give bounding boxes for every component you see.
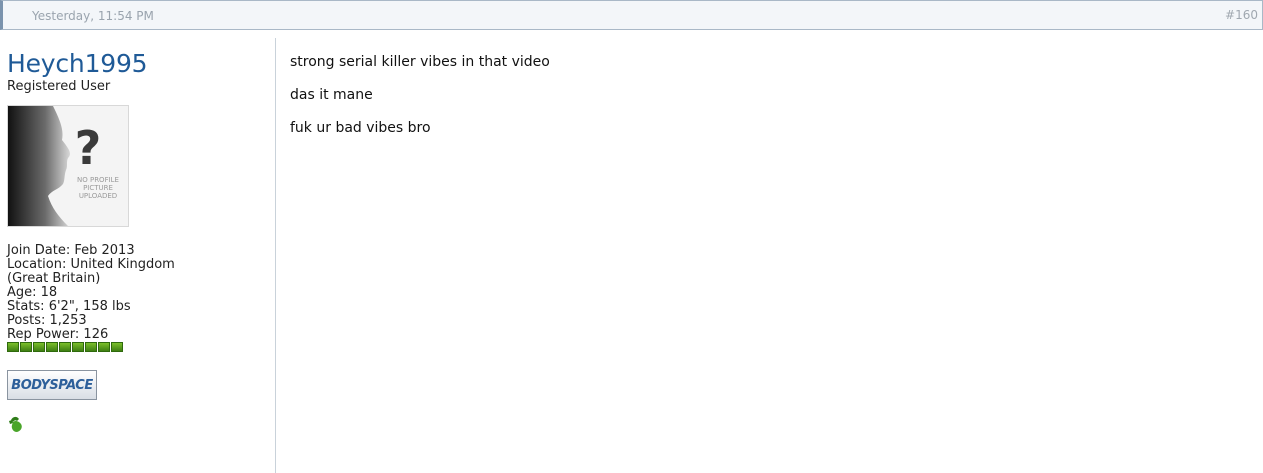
reputation-pip bbox=[72, 342, 84, 352]
message-line: fuk ur bad vibes bro bbox=[290, 120, 431, 136]
svg-text:?: ? bbox=[75, 121, 102, 175]
body-stats: Stats: 6'2", 158 lbs bbox=[7, 299, 131, 314]
post-date: Yesterday, 11:54 PM bbox=[32, 9, 154, 23]
age: Age: 18 bbox=[7, 285, 58, 300]
location-line-2: (Great Britain) bbox=[7, 271, 101, 286]
post-number-link[interactable]: #160 bbox=[1225, 8, 1258, 22]
avatar-caption: NO PROFILE PICTURE UPLOADED bbox=[77, 176, 119, 200]
user-info-panel: Heych1995 Registered User ? NO PROFILE P… bbox=[0, 38, 276, 473]
bodyspace-label: BODYSPACE bbox=[11, 377, 93, 393]
bodyspace-button[interactable]: BODYSPACE bbox=[7, 370, 97, 400]
reputation-pip bbox=[33, 342, 45, 352]
message-line: das it mane bbox=[290, 87, 373, 103]
reputation-pip bbox=[20, 342, 32, 352]
reputation-pip bbox=[111, 342, 123, 352]
no-profile-picture-icon: ? bbox=[8, 106, 102, 226]
reputation-pip bbox=[59, 342, 71, 352]
reputation-bar bbox=[7, 342, 275, 352]
message-line: strong serial killer vibes in that video bbox=[290, 54, 550, 70]
reputation-pip bbox=[7, 342, 19, 352]
rep-power: Rep Power: 126 bbox=[7, 327, 109, 342]
post-message: strong serial killer vibes in that video… bbox=[290, 54, 550, 153]
reputation-pip bbox=[85, 342, 97, 352]
flexed-arm-icon[interactable] bbox=[7, 414, 27, 434]
location-line-1: Location: United Kingdom bbox=[7, 257, 175, 272]
reputation-pip bbox=[46, 342, 58, 352]
user-stats: Join Date: Feb 2013 Location: United Kin… bbox=[7, 244, 275, 352]
post-header: Yesterday, 11:54 PM #160 bbox=[0, 0, 1263, 30]
username-link[interactable]: Heych1995 bbox=[7, 50, 275, 78]
post-count: Posts: 1,253 bbox=[7, 313, 87, 328]
join-date: Join Date: Feb 2013 bbox=[7, 243, 135, 258]
user-title: Registered User bbox=[7, 79, 111, 94]
reputation-pip bbox=[98, 342, 110, 352]
avatar[interactable]: ? NO PROFILE PICTURE UPLOADED bbox=[7, 105, 129, 227]
